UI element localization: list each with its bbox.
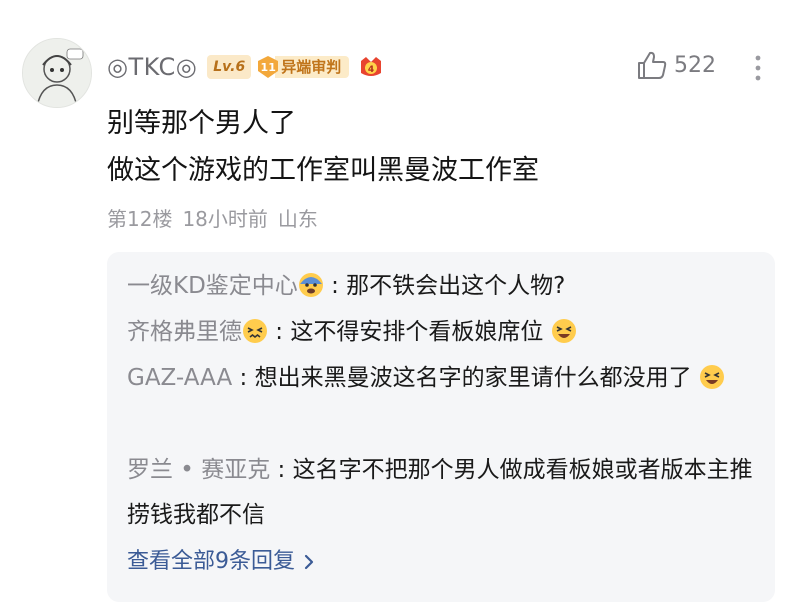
chevron-right-icon (304, 554, 314, 570)
reply-author[interactable]: 一级KD鉴定中心 (127, 273, 298, 299)
reply-text: 想出来黑曼波这名字的家里请什么都没用了 (254, 365, 692, 391)
reply-text: 那不铁会出这个人物? (346, 273, 566, 299)
reply-author[interactable]: 罗兰 • 赛亚克 (127, 457, 270, 483)
more-vertical-icon[interactable] (746, 52, 770, 84)
like-count: 522 (674, 52, 716, 78)
reply-author[interactable]: 齐格弗里德 (127, 319, 242, 345)
comment-content: 别等那个男人了 做这个游戏的工作室叫黑曼波工作室 (107, 100, 539, 194)
level-badge: Lv.6 (207, 55, 252, 79)
avatar-drawing (23, 39, 91, 107)
reply-author[interactable]: GAZ-AAA (127, 365, 232, 391)
reply-item[interactable]: 罗兰 • 赛亚克 : 这名字不把那个男人做成看板娘或者版本主推捞钱我都不信 (127, 448, 757, 538)
tired-face-emoji (551, 319, 576, 343)
replies-panel: 一级KD鉴定中心 : 那不铁会出这个人物? 齐格弗里德 : 这不得安排个看板娘席… (107, 252, 775, 602)
post-time: 18小时前 (182, 207, 268, 231)
tired-face-emoji (699, 365, 724, 389)
game-character-icon: 4 (361, 57, 382, 76)
fan-title: 异端审判 (275, 56, 350, 78)
reply-item[interactable]: GAZ-AAA : 想出来黑曼波这名字的家里请什么都没用了 (127, 356, 757, 401)
location: 山东 (277, 207, 318, 231)
confounded-face-emoji (243, 319, 267, 343)
reply-item[interactable]: 一级KD鉴定中心 : 那不铁会出这个人物? (127, 264, 757, 309)
view-all-replies-link[interactable]: 查看全部9条回复 (127, 546, 315, 578)
fan-medal: 11 异端审判 (257, 55, 350, 79)
like-button[interactable]: 522 (636, 50, 716, 80)
reply-separator: : (270, 457, 293, 483)
fan-level-number: 11 (260, 60, 276, 74)
username[interactable]: ◎TKC◎ (107, 53, 197, 81)
reply-item[interactable]: 齐格弗里德 : 这不得安排个看板娘席位 (127, 310, 757, 355)
svg-text:4: 4 (368, 65, 374, 75)
comment-header: ◎TKC◎ Lv.6 11 异端审判 4 (107, 50, 385, 84)
fan-level-icon: 11 (257, 55, 279, 79)
comment-line: 别等那个男人了 (107, 108, 296, 139)
reply-separator: : (268, 319, 291, 345)
view-all-label: 查看全部9条回复 (127, 549, 295, 574)
avatar[interactable] (22, 38, 92, 108)
comment-line: 做这个游戏的工作室叫黑曼波工作室 (107, 155, 539, 186)
fearful-face-emoji (298, 273, 323, 297)
reply-text: 这不得安排个看板娘席位 (290, 319, 544, 345)
comment-meta: 第12楼 18小时前 山东 (107, 203, 318, 232)
floor-number: 第12楼 (107, 207, 173, 231)
thumbs-up-icon (638, 51, 667, 79)
reply-separator: : (323, 273, 347, 299)
reply-separator: : (232, 365, 255, 391)
